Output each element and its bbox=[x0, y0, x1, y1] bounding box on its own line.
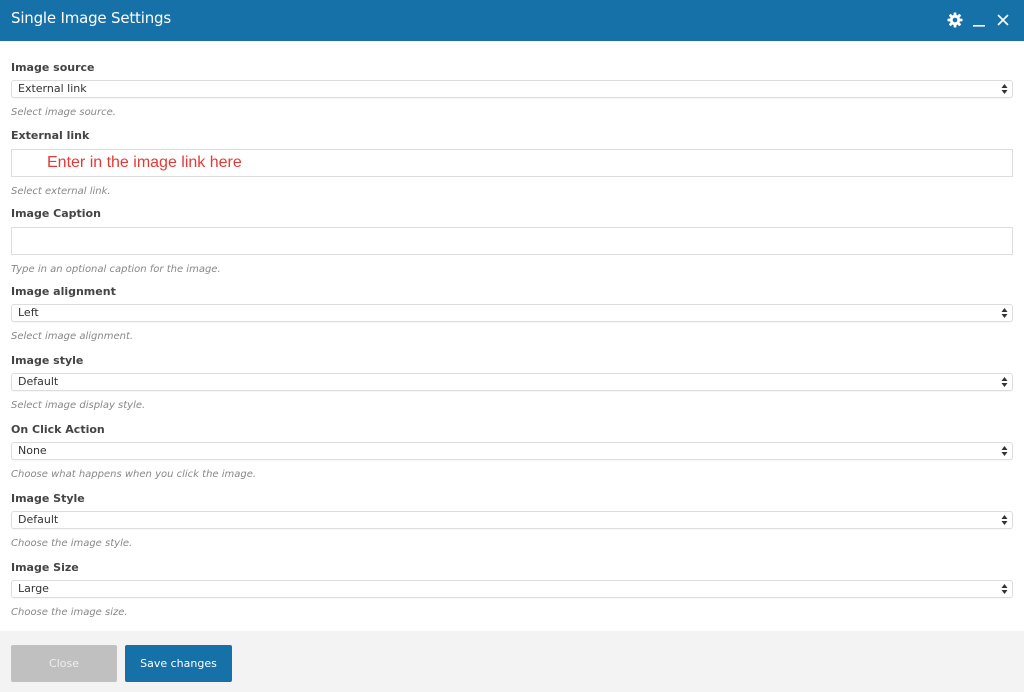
field-label: On Click Action bbox=[11, 423, 105, 436]
field-hint: Choose the image size. bbox=[11, 607, 128, 618]
field-image-alignment: Image alignment Left Select image alignm… bbox=[11, 285, 1013, 343]
field-hint: Choose the image style. bbox=[11, 538, 133, 549]
image-style-2-select[interactable]: Default bbox=[11, 511, 1013, 529]
field-label: Image Caption bbox=[11, 207, 101, 220]
on-click-action-select[interactable]: None bbox=[11, 442, 1013, 460]
select-arrows-icon bbox=[1001, 584, 1008, 594]
select-value: Large bbox=[18, 582, 49, 595]
modal-footer: Close Save changes bbox=[0, 631, 1024, 692]
field-on-click-action: On Click Action None Choose what happens… bbox=[11, 423, 1013, 481]
select-arrows-icon bbox=[1001, 308, 1008, 318]
minimize-icon bbox=[973, 25, 985, 27]
select-arrows-icon bbox=[1001, 515, 1008, 525]
field-image-source: Image source External link Select image … bbox=[11, 61, 1013, 119]
external-link-input[interactable]: Enter in the image link here bbox=[11, 149, 1013, 177]
select-value: None bbox=[18, 444, 47, 457]
close-window-button[interactable] bbox=[994, 9, 1012, 31]
image-caption-input[interactable] bbox=[11, 227, 1013, 255]
field-hint: Select image alignment. bbox=[11, 331, 134, 342]
close-icon bbox=[997, 14, 1009, 26]
select-value: Default bbox=[18, 375, 59, 388]
close-button[interactable]: Close bbox=[11, 645, 117, 682]
field-hint: Choose what happens when you click the i… bbox=[11, 469, 257, 480]
field-label: Image style bbox=[11, 354, 84, 367]
field-label: Image source bbox=[11, 61, 95, 74]
field-label: Image Style bbox=[11, 492, 85, 505]
window-controls bbox=[946, 9, 1012, 31]
modal-header: Single Image Settings bbox=[0, 0, 1024, 41]
select-value: Left bbox=[18, 306, 39, 319]
modal-title: Single Image Settings bbox=[11, 9, 171, 27]
select-arrows-icon bbox=[1001, 377, 1008, 387]
minimize-button[interactable] bbox=[970, 9, 988, 31]
field-label: Image alignment bbox=[11, 285, 116, 298]
field-hint: Type in an optional caption for the imag… bbox=[11, 264, 221, 275]
image-source-select[interactable]: External link bbox=[11, 80, 1013, 98]
field-image-size: Image Size Large Choose the image size. bbox=[11, 561, 1013, 619]
field-label: Image Size bbox=[11, 561, 79, 574]
select-arrows-icon bbox=[1001, 84, 1008, 94]
gear-icon bbox=[947, 12, 963, 28]
select-arrows-icon bbox=[1001, 446, 1008, 456]
field-image-style-2: Image Style Default Choose the image sty… bbox=[11, 492, 1013, 550]
field-hint: Select image display style. bbox=[11, 400, 146, 411]
field-hint: Select image source. bbox=[11, 107, 116, 118]
field-image-caption: Image Caption Type in an optional captio… bbox=[11, 207, 1013, 276]
input-placeholder: Enter in the image link here bbox=[47, 154, 242, 171]
field-hint: Select external link. bbox=[11, 186, 111, 197]
field-image-style: Image style Default Select image display… bbox=[11, 354, 1013, 412]
image-style-select[interactable]: Default bbox=[11, 373, 1013, 391]
modal-body: Image source External link Select image … bbox=[0, 41, 1024, 631]
select-value: External link bbox=[18, 82, 87, 95]
field-label: External link bbox=[11, 129, 90, 142]
image-alignment-select[interactable]: Left bbox=[11, 304, 1013, 322]
field-external-link: External link Enter in the image link he… bbox=[11, 129, 1013, 198]
settings-button[interactable] bbox=[946, 9, 964, 31]
image-size-select[interactable]: Large bbox=[11, 580, 1013, 598]
save-changes-button[interactable]: Save changes bbox=[125, 645, 232, 682]
select-value: Default bbox=[18, 513, 59, 526]
